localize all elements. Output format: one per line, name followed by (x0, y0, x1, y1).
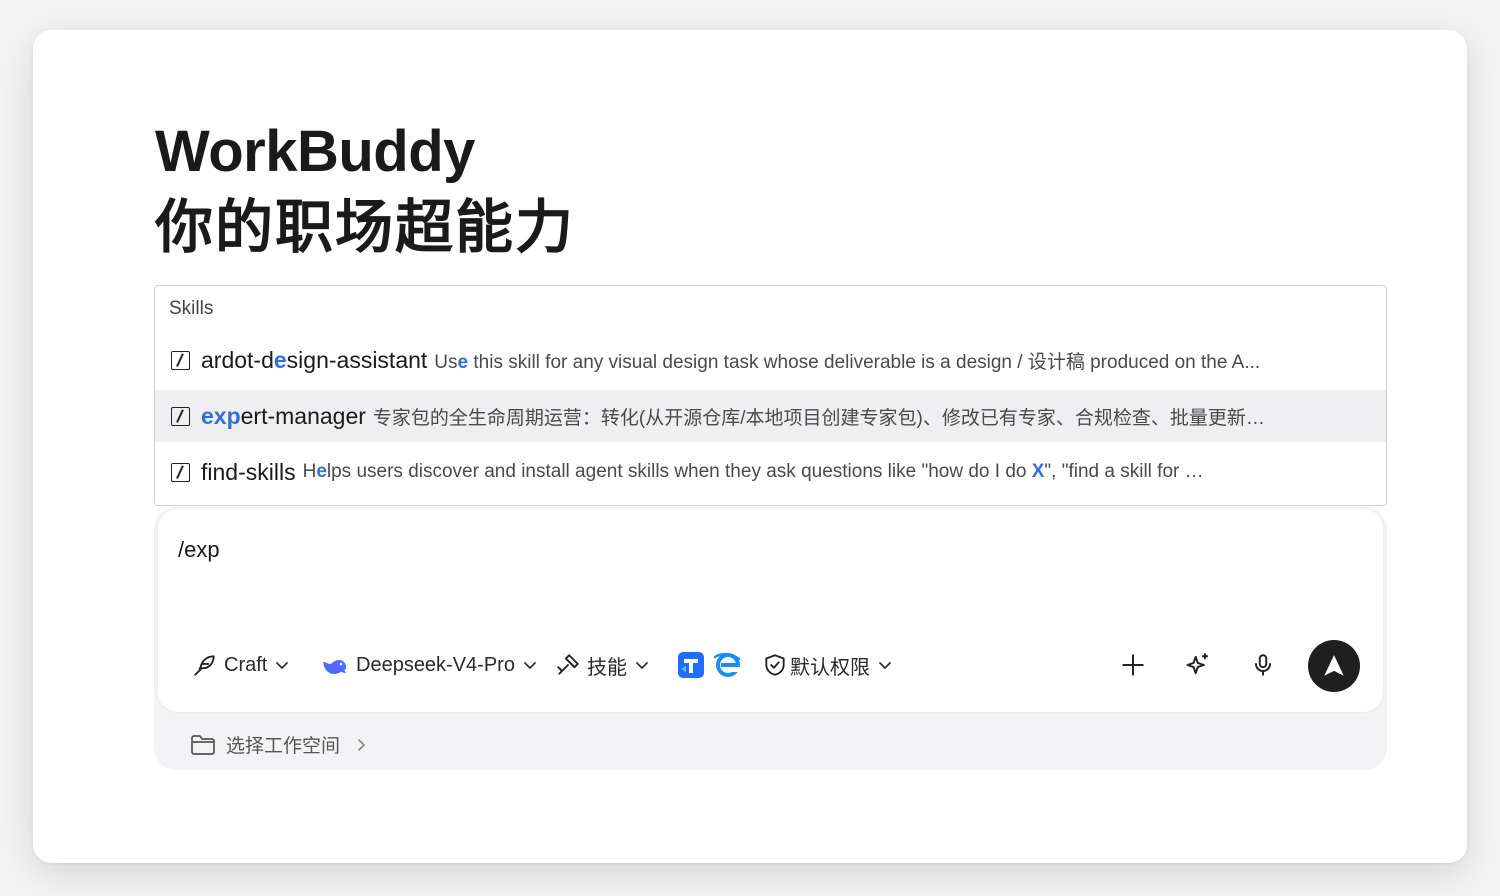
slash-command-icon (171, 350, 190, 370)
mode-label: Craft (224, 653, 268, 676)
workspace-label: 选择工作空间 (226, 736, 341, 757)
skills-label: 技能 (587, 656, 627, 679)
ie-button[interactable] (712, 637, 742, 693)
chevron-down-icon (636, 662, 648, 670)
workspace-selector[interactable]: 选择工作空间 (190, 731, 368, 758)
skills-header: Skills (169, 298, 214, 319)
microphone-icon (1254, 654, 1272, 676)
slash-command-icon (171, 462, 190, 482)
skill-name: expert-manager (201, 402, 366, 429)
chevron-right-icon (358, 738, 366, 751)
sparkle-icon (1186, 653, 1208, 675)
message-input[interactable]: /exp (178, 537, 220, 563)
skill-name: ardot-design-assistant (201, 346, 428, 373)
skill-item-find-skills[interactable]: find-skills Helps users discover and ins… (155, 446, 1386, 498)
voice-input-button[interactable] (1250, 637, 1276, 693)
slash-command-icon (171, 406, 190, 426)
permission-label: 默认权限 (790, 656, 870, 679)
hero-subtitle: 你的职场超能力 (155, 195, 576, 260)
tencent-docs-button[interactable] (677, 637, 705, 693)
ie-icon (713, 653, 741, 677)
add-attachment-button[interactable] (1120, 637, 1146, 693)
plus-icon (1122, 654, 1144, 676)
skill-item-ardot-design-assistant[interactable]: ardot-design-assistant Use this skill fo… (155, 334, 1386, 386)
app-window: WorkBuddy 你的职场超能力 Skills ardot-design-as… (33, 30, 1467, 863)
composer-toolbar: Craft Deepseek-V4-Pro 技能 默认权限 (158, 637, 1383, 693)
permission-selector[interactable]: 默认权限 (762, 637, 892, 693)
composer-container: /exp Craft Deepseek-V4-Pro 技能 默认权限 选择工作空… (154, 507, 1387, 770)
folder-icon (191, 734, 215, 755)
deepseek-whale-icon (323, 660, 346, 674)
skill-description: Helps users discover and install agent s… (302, 461, 1213, 482)
mode-selector[interactable]: Craft (192, 637, 289, 693)
chevron-down-icon (879, 662, 891, 670)
hero-title: WorkBuddy (155, 119, 475, 184)
hero: WorkBuddy 你的职场超能力 (155, 116, 575, 268)
skill-description: Use this skill for any visual design tas… (434, 351, 1261, 373)
skills-selector[interactable]: 技能 (555, 637, 649, 693)
model-label: Deepseek-V4-Pro (356, 653, 515, 676)
tencent-docs-icon (678, 652, 704, 678)
chevron-down-icon (524, 662, 536, 670)
feather-icon (194, 655, 215, 676)
skill-item-expert-manager[interactable]: expert-manager 专家包的全生命周期运营：转化(从开源仓库/本地项目… (155, 390, 1386, 442)
send-arrow-icon (1324, 655, 1344, 676)
composer: /exp Craft Deepseek-V4-Pro 技能 默认权限 (158, 509, 1383, 712)
model-selector[interactable]: Deepseek-V4-Pro (322, 637, 537, 693)
skills-icon (557, 654, 579, 675)
skills-dropdown: Skills ardot-design-assistant Use this s… (154, 285, 1387, 506)
shield-check-icon (765, 654, 785, 676)
skill-name: find-skills (201, 458, 296, 485)
send-button[interactable] (1308, 640, 1360, 692)
chevron-down-icon (276, 662, 289, 670)
enhance-prompt-button[interactable] (1184, 637, 1212, 693)
skill-description: 专家包的全生命周期运营：转化(从开源仓库/本地项目创建专家包)、修改已有专家、合… (372, 407, 1283, 429)
